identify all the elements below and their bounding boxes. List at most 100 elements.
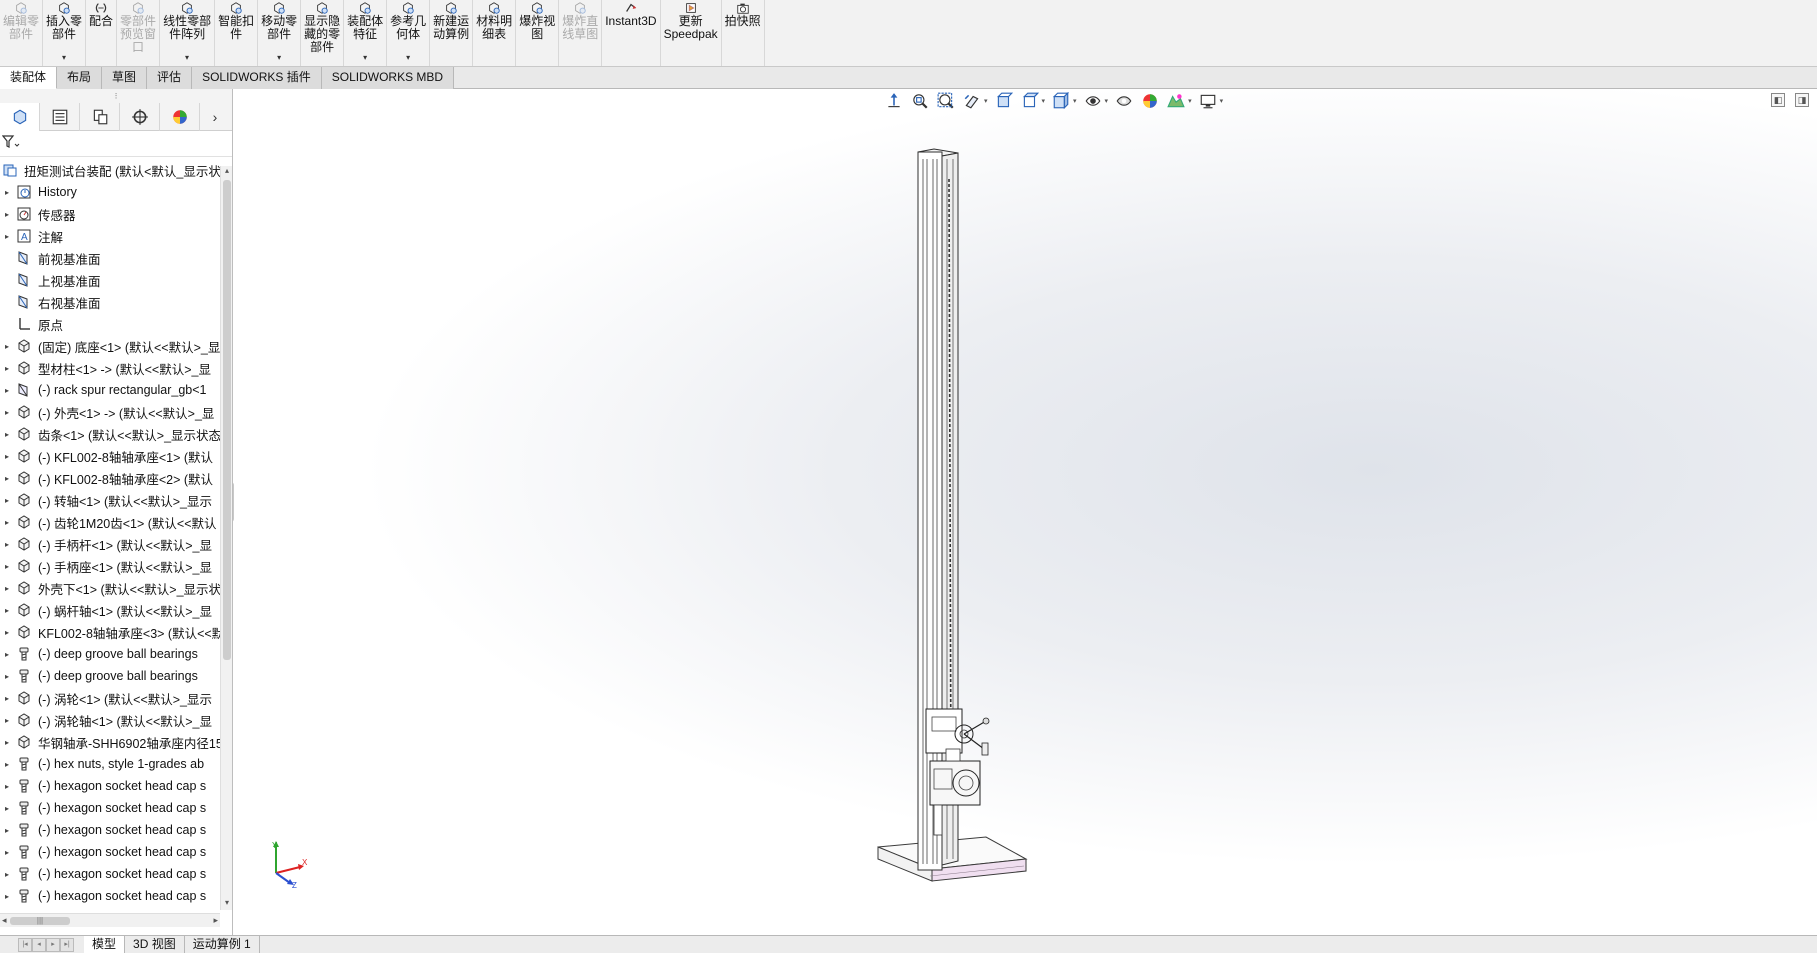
tree-item[interactable]: 前视基准面 (0, 247, 220, 269)
configuration-manager-icon[interactable] (80, 102, 120, 131)
command-tab[interactable]: 装配体 (0, 67, 58, 89)
expand-arrow-icon[interactable]: ▸ (0, 804, 14, 813)
prev-tab-arrow-icon[interactable]: ◂ (32, 937, 46, 952)
linear-pattern-button[interactable]: 线性零部 件阵列 ▾ (160, 0, 216, 66)
tree-item[interactable]: ▸ (-) hexagon socket head cap s (0, 863, 220, 885)
expand-arrow-icon[interactable]: ▸ (0, 364, 14, 373)
new-motion-study-button[interactable]: 新建运 动算例 (430, 0, 474, 66)
expand-arrow-icon[interactable]: ▸ (0, 474, 14, 483)
expand-arrow-icon[interactable]: ▸ (0, 386, 14, 395)
expand-arrow-icon[interactable]: ▸ (0, 584, 14, 593)
expand-arrow-icon[interactable]: ▸ (0, 408, 14, 417)
tree-item[interactable]: ▸ (-) 转轴<1> (默认<<默认>_显示 (0, 489, 220, 511)
tree-item[interactable]: 上视基准面 (0, 269, 220, 291)
bottom-tab[interactable]: 运动算例 1 (185, 936, 260, 953)
property-manager-icon[interactable] (40, 102, 80, 131)
expand-arrow-icon[interactable]: ▸ (0, 540, 14, 549)
tree-item[interactable]: ▸ 外壳下<1> (默认<<默认>_显示状 (0, 577, 220, 599)
collapse-right-icon[interactable]: ◨ (1795, 93, 1809, 107)
panel-grip[interactable]: ⁝ (0, 89, 232, 103)
tree-item[interactable]: ▸ (-) hexagon socket head cap s (0, 775, 220, 797)
chevron-down-icon[interactable]: ▾ (185, 53, 189, 62)
expand-arrow-icon[interactable]: ▸ (0, 650, 14, 659)
next-tab-arrow-icon[interactable]: ▸ (46, 937, 60, 952)
insert-component-button[interactable]: 插入零 部件 ▾ (43, 0, 87, 66)
chevron-down-icon[interactable]: ▾ (406, 53, 410, 62)
tree-root-item[interactable]: 扭矩测试台装配 (默认<默认_显示状态 (0, 159, 220, 181)
edit-component-button[interactable]: 编辑零 部件 (0, 0, 44, 66)
expand-arrow-icon[interactable]: ▸ (0, 628, 14, 637)
expand-arrow-icon[interactable]: ▸ (0, 606, 14, 615)
tree-item[interactable]: ▸ (-) 涡轮轴<1> (默认<<默认>_显 (0, 709, 220, 731)
tree-item[interactable]: ▸ (-) 涡轮<1> (默认<<默认>_显示 (0, 687, 220, 709)
tree-item[interactable]: ▸ (-) 齿轮1M20齿<1> (默认<<默认 (0, 511, 220, 533)
previous-view-icon[interactable] (962, 91, 982, 111)
speedpak-button[interactable]: 更新 Speedpak (661, 0, 722, 66)
expand-arrow-icon[interactable]: ▸ (0, 672, 14, 681)
expand-arrow-icon[interactable]: ▸ (0, 210, 14, 219)
expand-arrow-icon[interactable]: ▸ (0, 232, 14, 241)
tree-item[interactable]: ▸ (-) KFL002-8轴轴承座<2> (默认 (0, 467, 220, 489)
tree-item[interactable]: ▸ History (0, 181, 220, 203)
chevron-down-icon[interactable]: ▾ (1042, 97, 1046, 105)
tree-item[interactable]: ▸ 齿条<1> (默认<<默认>_显示状态 (0, 423, 220, 445)
hide-show-icon[interactable] (1114, 91, 1134, 111)
command-tab[interactable]: 布局 (57, 67, 103, 89)
feature-manager-icon[interactable] (0, 102, 40, 131)
move-component-button[interactable]: 移动零 部件 ▾ (258, 0, 302, 66)
chevron-down-icon[interactable]: ▾ (62, 53, 66, 62)
expand-arrow-icon[interactable]: ▸ (0, 738, 14, 747)
apply-scene-icon[interactable] (1166, 91, 1186, 111)
section-view-icon[interactable] (994, 91, 1014, 111)
chevron-down-icon[interactable]: ▾ (1073, 97, 1077, 105)
expand-arrow-icon[interactable]: ▸ (0, 518, 14, 527)
expand-arrow-icon[interactable]: ▸ (0, 430, 14, 439)
reference-geometry-button[interactable]: 参考几 何体 ▾ (387, 0, 431, 66)
filter-icon[interactable] (1, 135, 20, 152)
exploded-view-button[interactable]: 爆炸视 图 (516, 0, 560, 66)
tree-item[interactable]: ▸ 华钢轴承-SHH6902轴承座内径15 (0, 731, 220, 753)
vertical-scrollbar[interactable]: ▴ ▾ (220, 166, 232, 910)
tree-item[interactable]: ▸ (-) deep groove ball bearings (0, 665, 220, 687)
display-manager-icon[interactable] (160, 102, 200, 131)
expand-arrow-icon[interactable]: ▸ (0, 496, 14, 505)
mate-button[interactable]: 配合 (86, 0, 118, 66)
tree-item[interactable]: ▸ (-) KFL002-8轴轴承座<1> (默认 (0, 445, 220, 467)
tree-item[interactable]: ▸ 型材柱<1> -> (默认<<默认>_显 (0, 357, 220, 379)
scroll-up-arrow-icon[interactable]: ▴ (221, 166, 233, 178)
horizontal-scroll-thumb[interactable]: ||| (10, 917, 70, 925)
expand-arrow-icon[interactable]: ▸ (0, 870, 14, 879)
tree-item[interactable]: ▸ 传感器 (0, 203, 220, 225)
expand-arrow-icon[interactable]: ▸ (0, 694, 14, 703)
tree-item[interactable]: ▸ KFL002-8轴轴承座<3> (默认<<默 (0, 621, 220, 643)
tree-item[interactable]: ▸ (-) hexagon socket head cap s (0, 819, 220, 841)
command-tab[interactable]: SOLIDWORKS MBD (321, 67, 455, 89)
smart-fastener-button[interactable]: 智能扣 件 (215, 0, 259, 66)
tree-item[interactable]: ▸ (-) rack spur rectangular_gb<1 (0, 379, 220, 401)
show-hidden-button[interactable]: 显示隐 藏的零 部件 (301, 0, 345, 66)
tree-item[interactable]: ▸ (-) 手柄杆<1> (默认<<默认>_显 (0, 533, 220, 555)
tree-item[interactable]: ▸ (-) hexagon socket head cap s (0, 841, 220, 863)
chevron-down-icon[interactable]: ▾ (1220, 97, 1224, 105)
graphics-area[interactable]: ▾ ▾ ▾ ▾ ▾ ▾ ◧ ◨ Y X Z (234, 89, 1817, 935)
scroll-left-arrow-icon[interactable]: ◂ (2, 915, 7, 926)
bottom-tab[interactable]: 3D 视图 (125, 936, 185, 953)
instant3d-button[interactable]: Instant3D (602, 0, 661, 66)
tree-item[interactable]: ▸ (-) 蜗杆轴<1> (默认<<默认>_显 (0, 599, 220, 621)
chevron-down-icon[interactable]: ▾ (363, 53, 367, 62)
camera-button[interactable]: 拍快照 (722, 0, 765, 66)
view-cube-icon[interactable] (1051, 91, 1071, 111)
tree-item[interactable]: ▸ (-) hex nuts, style 1-grades ab (0, 753, 220, 775)
chevron-down-icon[interactable]: ▾ (1188, 97, 1192, 105)
expand-arrow-icon[interactable]: ▸ (0, 848, 14, 857)
tree-item[interactable]: ▸ (-) deep groove ball bearings (0, 643, 220, 665)
scroll-down-arrow-icon[interactable]: ▾ (221, 898, 233, 910)
vertical-scroll-thumb[interactable] (223, 180, 231, 660)
expand-arrow-icon[interactable]: ▸ (0, 188, 14, 197)
expand-arrow-icon[interactable]: ▸ (0, 892, 14, 901)
scroll-right-arrow-icon[interactable]: ▸ (213, 915, 218, 926)
dimxpert-icon[interactable] (120, 102, 160, 131)
explode-line-sketch-button[interactable]: 爆炸直 线草图 (559, 0, 603, 66)
dynamic-annotation-icon[interactable] (1020, 91, 1040, 111)
tree-item[interactable]: 原点 (0, 313, 220, 335)
